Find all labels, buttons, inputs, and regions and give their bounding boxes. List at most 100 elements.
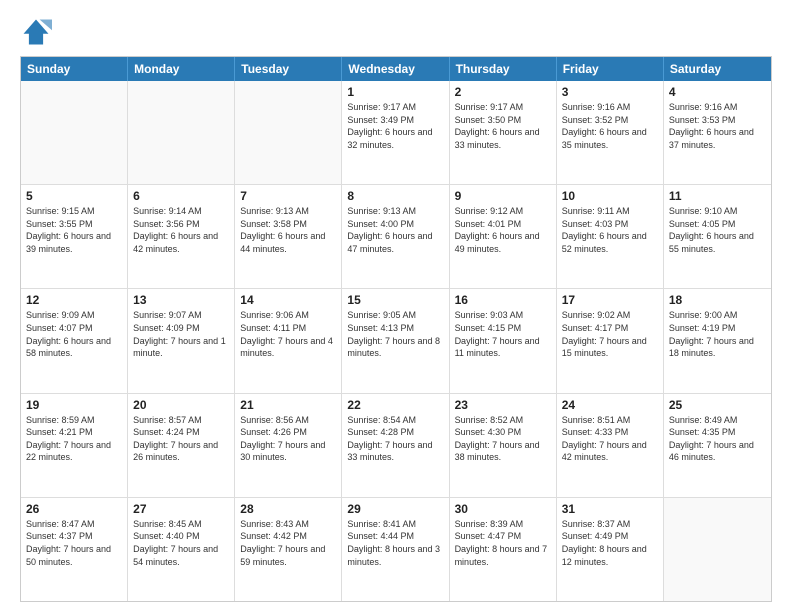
day-info: Sunrise: 9:12 AM Sunset: 4:01 PM Dayligh… bbox=[455, 205, 551, 255]
day-cell-3: 3Sunrise: 9:16 AM Sunset: 3:52 PM Daylig… bbox=[557, 81, 664, 184]
day-cell-17: 17Sunrise: 9:02 AM Sunset: 4:17 PM Dayli… bbox=[557, 289, 664, 392]
day-cell-24: 24 Sunrise: 8:51 AM Sunset: 4:33 PM Dayli… bbox=[557, 394, 664, 497]
day-cell-12: 12 Sunrise: 9:09 AM Sunset: 4:07 PM Dayli… bbox=[21, 289, 128, 392]
day-cell-14: 14 Sunrise: 9:06 AM Sunset: 4:11 PM Dayli… bbox=[235, 289, 342, 392]
weekday-header-friday: Friday bbox=[557, 57, 664, 81]
day-info: Sunrise: 9:13 AM Sunset: 4:00 PM Dayligh… bbox=[347, 205, 443, 255]
day-number: 18 bbox=[669, 293, 766, 307]
day-number: 16 bbox=[455, 293, 551, 307]
day-info: Sunrise: 9:16 AM Sunset: 3:53 PM Dayligh… bbox=[669, 101, 766, 151]
day-info: Sunrise: 9:02 AM Sunset: 4:17 PM Dayligh… bbox=[562, 309, 658, 359]
day-cell-23: 23 Sunrise: 8:52 AM Sunset: 4:30 PM Dayli… bbox=[450, 394, 557, 497]
day-number: 24 bbox=[562, 398, 658, 412]
day-info: Sunrise: 8:49 AM Sunset: 4:35 PM Dayligh… bbox=[669, 414, 766, 464]
day-cell-9: 9 Sunrise: 9:12 AM Sunset: 4:01 PM Daylig… bbox=[450, 185, 557, 288]
day-cell-26: 26 Sunrise: 8:47 AM Sunset: 4:37 PM Dayli… bbox=[21, 498, 128, 601]
day-number: 23 bbox=[455, 398, 551, 412]
day-cell-2: 2 Sunrise: 9:17 AM Sunset: 3:50 PM Daylig… bbox=[450, 81, 557, 184]
day-number: 10 bbox=[562, 189, 658, 203]
week-row-2: 5 Sunrise: 9:15 AM Sunset: 3:55 PM Daylig… bbox=[21, 185, 771, 289]
empty-cell bbox=[128, 81, 235, 184]
day-number: 4 bbox=[669, 85, 766, 99]
day-number: 14 bbox=[240, 293, 336, 307]
header bbox=[20, 16, 772, 48]
day-cell-13: 13 Sunrise: 9:07 AM Sunset: 4:09 PM Dayli… bbox=[128, 289, 235, 392]
week-row-5: 26 Sunrise: 8:47 AM Sunset: 4:37 PM Dayli… bbox=[21, 498, 771, 601]
day-info: Sunrise: 9:17 AM Sunset: 3:50 PM Dayligh… bbox=[455, 101, 551, 151]
day-info: Sunrise: 9:06 AM Sunset: 4:11 PM Dayligh… bbox=[240, 309, 336, 359]
day-number: 9 bbox=[455, 189, 551, 203]
day-number: 11 bbox=[669, 189, 766, 203]
calendar-header-row: SundayMondayTuesdayWednesdayThursdayFrid… bbox=[21, 57, 771, 81]
day-cell-31: 31 Sunrise: 8:37 AM Sunset: 4:49 PM Dayli… bbox=[557, 498, 664, 601]
day-number: 26 bbox=[26, 502, 122, 516]
day-cell-25: 25 Sunrise: 8:49 AM Sunset: 4:35 PM Dayli… bbox=[664, 394, 771, 497]
week-row-4: 19Sunrise: 8:59 AM Sunset: 4:21 PM Dayli… bbox=[21, 394, 771, 498]
day-number: 29 bbox=[347, 502, 443, 516]
day-info: Sunrise: 8:56 AM Sunset: 4:26 PM Dayligh… bbox=[240, 414, 336, 464]
day-cell-16: 16 Sunrise: 9:03 AM Sunset: 4:15 PM Dayli… bbox=[450, 289, 557, 392]
day-number: 20 bbox=[133, 398, 229, 412]
day-cell-1: 1 Sunrise: 9:17 AM Sunset: 3:49 PM Daylig… bbox=[342, 81, 449, 184]
day-info: Sunrise: 9:15 AM Sunset: 3:55 PM Dayligh… bbox=[26, 205, 122, 255]
day-info: Sunrise: 8:52 AM Sunset: 4:30 PM Dayligh… bbox=[455, 414, 551, 464]
day-cell-20: 20Sunrise: 8:57 AM Sunset: 4:24 PM Dayli… bbox=[128, 394, 235, 497]
day-cell-4: 4 Sunrise: 9:16 AM Sunset: 3:53 PM Daylig… bbox=[664, 81, 771, 184]
day-cell-10: 10 Sunrise: 9:11 AM Sunset: 4:03 PM Dayli… bbox=[557, 185, 664, 288]
day-number: 2 bbox=[455, 85, 551, 99]
weekday-header-tuesday: Tuesday bbox=[235, 57, 342, 81]
day-number: 7 bbox=[240, 189, 336, 203]
day-info: Sunrise: 9:10 AM Sunset: 4:05 PM Dayligh… bbox=[669, 205, 766, 255]
day-cell-22: 22 Sunrise: 8:54 AM Sunset: 4:28 PM Dayli… bbox=[342, 394, 449, 497]
day-cell-28: 28Sunrise: 8:43 AM Sunset: 4:42 PM Dayli… bbox=[235, 498, 342, 601]
day-cell-29: 29 Sunrise: 8:41 AM Sunset: 4:44 PM Dayli… bbox=[342, 498, 449, 601]
day-info: Sunrise: 8:37 AM Sunset: 4:49 PM Dayligh… bbox=[562, 518, 658, 568]
weekday-header-thursday: Thursday bbox=[450, 57, 557, 81]
day-info: Sunrise: 8:54 AM Sunset: 4:28 PM Dayligh… bbox=[347, 414, 443, 464]
day-cell-15: 15 Sunrise: 9:05 AM Sunset: 4:13 PM Dayli… bbox=[342, 289, 449, 392]
day-cell-8: 8 Sunrise: 9:13 AM Sunset: 4:00 PM Daylig… bbox=[342, 185, 449, 288]
day-number: 30 bbox=[455, 502, 551, 516]
day-info: Sunrise: 9:17 AM Sunset: 3:49 PM Dayligh… bbox=[347, 101, 443, 151]
weekday-header-wednesday: Wednesday bbox=[342, 57, 449, 81]
weekday-header-sunday: Sunday bbox=[21, 57, 128, 81]
day-info: Sunrise: 8:59 AM Sunset: 4:21 PM Dayligh… bbox=[26, 414, 122, 464]
calendar-body: 1 Sunrise: 9:17 AM Sunset: 3:49 PM Daylig… bbox=[21, 81, 771, 601]
day-info: Sunrise: 9:14 AM Sunset: 3:56 PM Dayligh… bbox=[133, 205, 229, 255]
day-info: Sunrise: 9:13 AM Sunset: 3:58 PM Dayligh… bbox=[240, 205, 336, 255]
day-info: Sunrise: 9:07 AM Sunset: 4:09 PM Dayligh… bbox=[133, 309, 229, 359]
day-info: Sunrise: 8:39 AM Sunset: 4:47 PM Dayligh… bbox=[455, 518, 551, 568]
day-number: 13 bbox=[133, 293, 229, 307]
day-number: 15 bbox=[347, 293, 443, 307]
empty-cell bbox=[21, 81, 128, 184]
day-info: Sunrise: 8:47 AM Sunset: 4:37 PM Dayligh… bbox=[26, 518, 122, 568]
day-info: Sunrise: 8:51 AM Sunset: 4:33 PM Dayligh… bbox=[562, 414, 658, 464]
logo-icon bbox=[20, 16, 52, 48]
day-info: Sunrise: 9:05 AM Sunset: 4:13 PM Dayligh… bbox=[347, 309, 443, 359]
day-info: Sunrise: 9:16 AM Sunset: 3:52 PM Dayligh… bbox=[562, 101, 658, 151]
day-info: Sunrise: 8:41 AM Sunset: 4:44 PM Dayligh… bbox=[347, 518, 443, 568]
day-cell-19: 19Sunrise: 8:59 AM Sunset: 4:21 PM Dayli… bbox=[21, 394, 128, 497]
day-cell-5: 5 Sunrise: 9:15 AM Sunset: 3:55 PM Daylig… bbox=[21, 185, 128, 288]
day-number: 22 bbox=[347, 398, 443, 412]
day-number: 31 bbox=[562, 502, 658, 516]
day-number: 6 bbox=[133, 189, 229, 203]
day-number: 28 bbox=[240, 502, 336, 516]
day-info: Sunrise: 9:09 AM Sunset: 4:07 PM Dayligh… bbox=[26, 309, 122, 359]
day-cell-27: 27Sunrise: 8:45 AM Sunset: 4:40 PM Dayli… bbox=[128, 498, 235, 601]
week-row-3: 12 Sunrise: 9:09 AM Sunset: 4:07 PM Dayli… bbox=[21, 289, 771, 393]
empty-cell bbox=[235, 81, 342, 184]
day-number: 25 bbox=[669, 398, 766, 412]
calendar: SundayMondayTuesdayWednesdayThursdayFrid… bbox=[20, 56, 772, 602]
day-number: 21 bbox=[240, 398, 336, 412]
logo bbox=[20, 16, 56, 48]
day-info: Sunrise: 9:03 AM Sunset: 4:15 PM Dayligh… bbox=[455, 309, 551, 359]
day-number: 5 bbox=[26, 189, 122, 203]
day-number: 8 bbox=[347, 189, 443, 203]
day-number: 1 bbox=[347, 85, 443, 99]
page: SundayMondayTuesdayWednesdayThursdayFrid… bbox=[0, 0, 792, 612]
weekday-header-monday: Monday bbox=[128, 57, 235, 81]
day-info: Sunrise: 9:11 AM Sunset: 4:03 PM Dayligh… bbox=[562, 205, 658, 255]
day-number: 12 bbox=[26, 293, 122, 307]
day-info: Sunrise: 9:00 AM Sunset: 4:19 PM Dayligh… bbox=[669, 309, 766, 359]
